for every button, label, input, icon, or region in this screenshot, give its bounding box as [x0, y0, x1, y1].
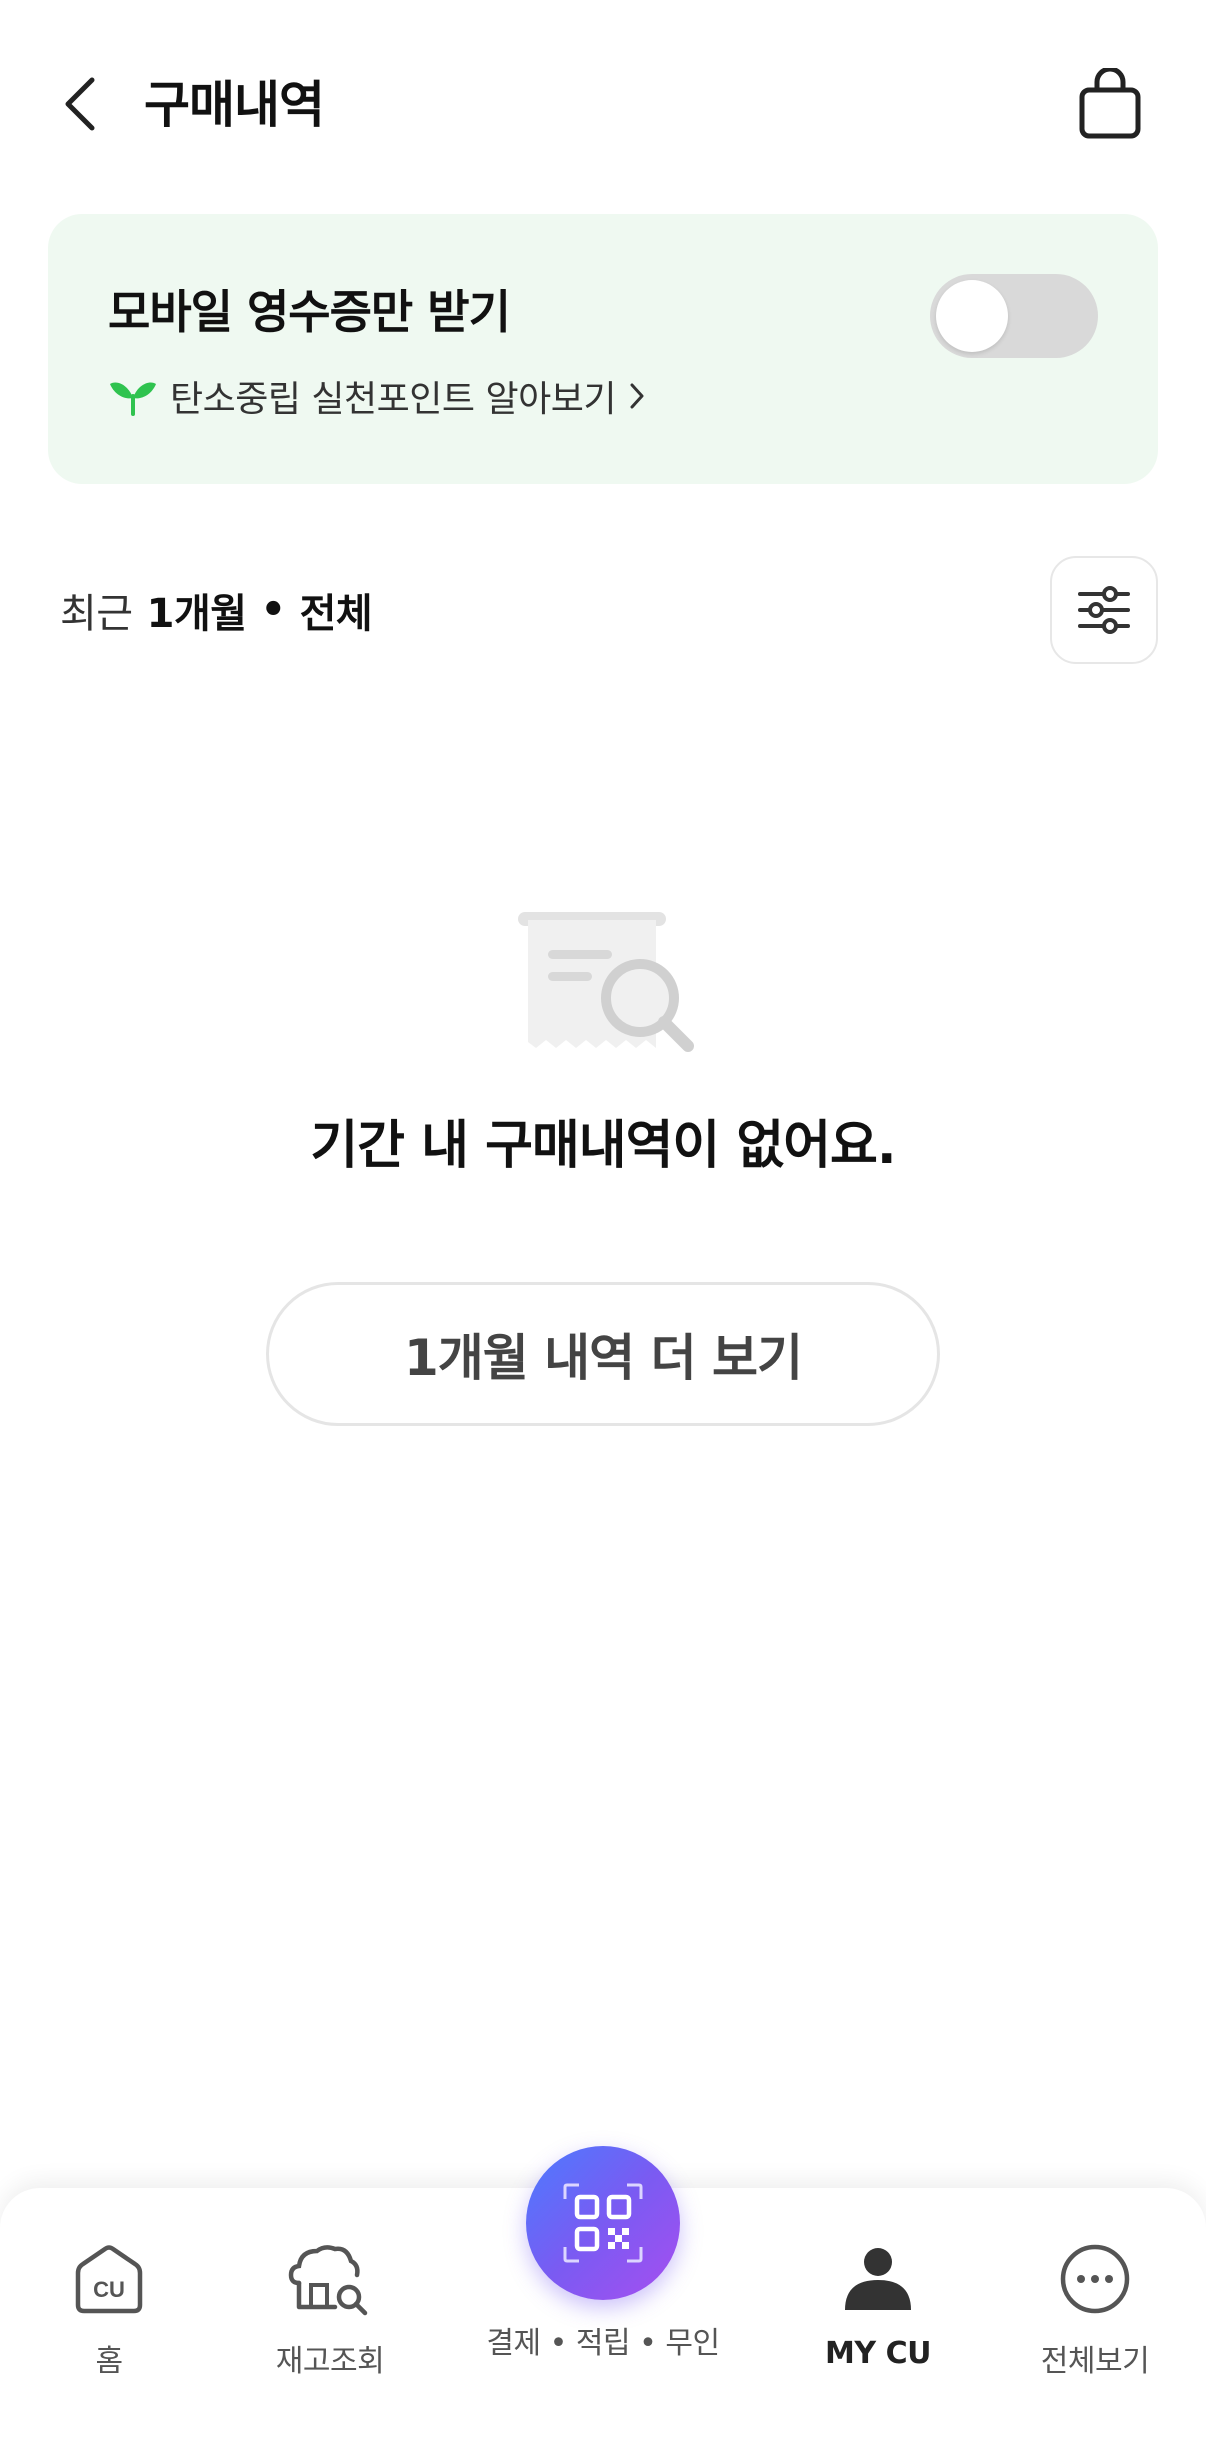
mobile-receipt-toggle[interactable] — [930, 274, 1098, 358]
empty-message: 기간 내 구매내역이 없어요. — [310, 1116, 896, 1176]
page-title: 구매내역 — [144, 76, 325, 134]
filter-summary: 최근 1개월 • 전체 — [60, 578, 373, 642]
filter-scope: 전체 — [299, 591, 373, 637]
home-logo-text: CU — [93, 2277, 125, 2302]
nav-pay-label: 결제 • 적립 • 무인 — [486, 2326, 720, 2361]
filter-recent-label: 최근 — [60, 591, 133, 637]
shopping-bag-button[interactable] — [1070, 64, 1150, 144]
receipt-search-icon — [514, 910, 704, 1060]
qr-code-icon — [563, 2183, 643, 2263]
mobile-receipt-title: 모바일 영수증만 받기 — [108, 285, 511, 339]
chevron-left-icon — [65, 77, 95, 131]
view-more-history-button[interactable]: 1개월 내역 더 보기 — [266, 1282, 940, 1426]
nav-my-cu-label: MY CU — [825, 2336, 931, 2371]
nav-stock-check[interactable]: 재고조회 — [270, 2236, 390, 2380]
sliders-icon — [1078, 586, 1130, 634]
back-button[interactable] — [48, 66, 112, 142]
filter-button[interactable] — [1050, 556, 1158, 664]
more-dots-icon — [1060, 2244, 1130, 2314]
filter-separator: • — [260, 587, 287, 633]
user-icon — [845, 2248, 911, 2310]
pay-qr-button[interactable] — [526, 2146, 680, 2300]
sprout-icon — [110, 382, 156, 416]
toggle-knob — [936, 280, 1008, 352]
nav-view-all[interactable]: 전체보기 — [1040, 2236, 1150, 2380]
shopping-bag-icon — [1079, 68, 1141, 139]
carbon-neutral-link[interactable]: 탄소중립 실천포인트 알아보기 — [108, 366, 646, 426]
nav-my-cu[interactable]: MY CU — [818, 2236, 938, 2371]
chevron-right-icon — [630, 383, 644, 409]
carbon-neutral-link-label: 탄소중립 실천포인트 알아보기 — [170, 379, 616, 420]
home-cu-icon: CU — [75, 2245, 143, 2314]
stock-search-icon — [288, 2245, 368, 2316]
nav-home[interactable]: CU 홈 — [64, 2236, 154, 2380]
filter-period: 1개월 — [146, 591, 247, 637]
nav-home-label: 홈 — [95, 2344, 123, 2379]
nav-view-all-label: 전체보기 — [1040, 2344, 1150, 2379]
nav-stock-check-label: 재고조회 — [275, 2344, 385, 2379]
